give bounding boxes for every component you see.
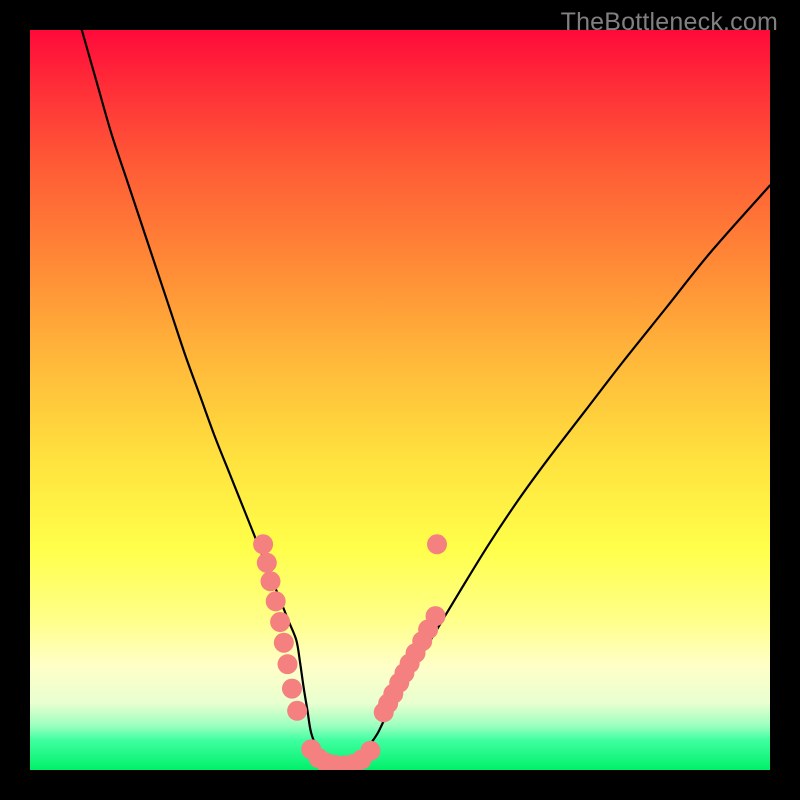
data-markers — [253, 534, 447, 770]
data-point — [360, 741, 380, 761]
chart-stage: TheBottleneck.com — [0, 0, 800, 800]
data-point — [257, 553, 277, 573]
bottleneck-curve — [82, 30, 770, 768]
data-point — [270, 612, 290, 632]
data-point — [266, 591, 286, 611]
data-point — [261, 571, 281, 591]
chart-svg — [30, 30, 770, 770]
data-point — [282, 679, 302, 699]
data-point — [253, 534, 273, 554]
data-point — [274, 633, 294, 653]
data-point — [427, 534, 447, 554]
data-point — [426, 606, 446, 626]
data-point — [278, 654, 298, 674]
data-point — [287, 701, 307, 721]
plot-area — [30, 30, 770, 770]
